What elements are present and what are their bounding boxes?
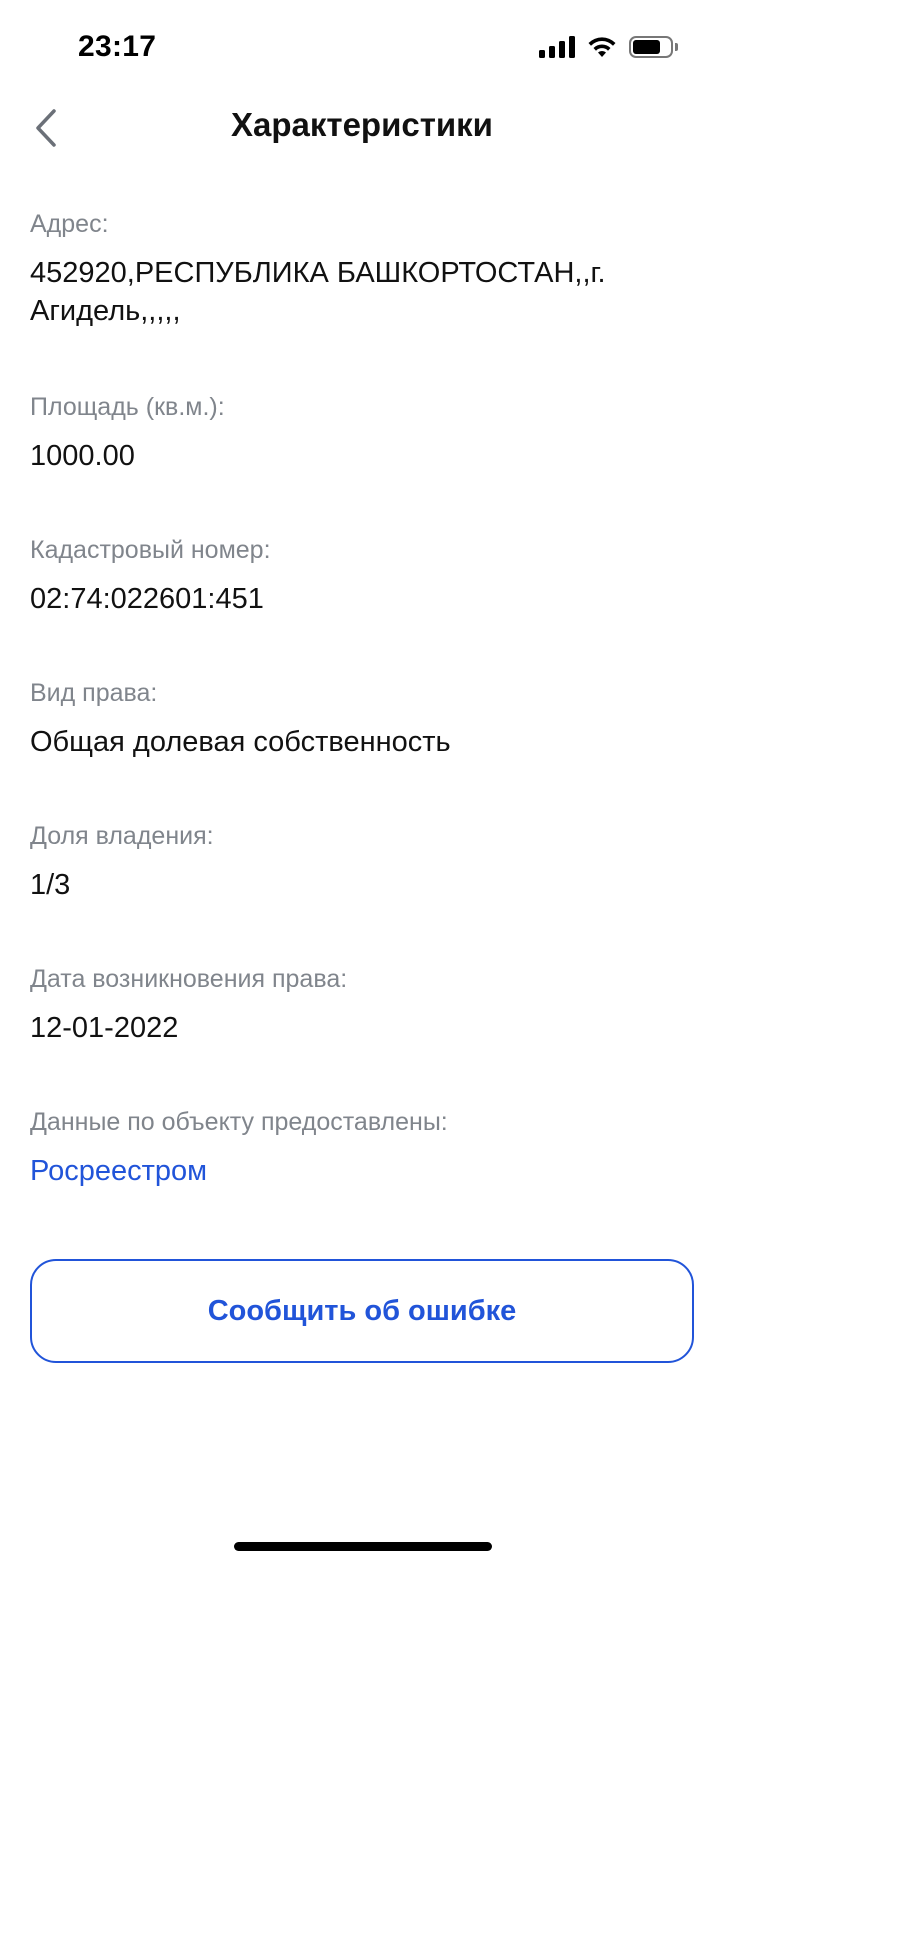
field-ownership-share: Доля владения: 1/3: [30, 820, 214, 904]
share-value: 1/3: [30, 869, 71, 901]
field-address: Адрес: 452920,РЕСПУБЛИКА БАШКОРТОСТАН,,г…: [30, 208, 694, 330]
field-area: Площадь (кв.м.): 1000.00: [30, 391, 225, 475]
report-error-button[interactable]: Сообщить об ошибке: [30, 1259, 694, 1363]
rosreestr-link[interactable]: Росреестром: [30, 1152, 448, 1190]
cellular-signal-icon: [539, 36, 575, 58]
source-label: Данные по объекту предоставлены:: [30, 1108, 448, 1136]
field-cadastral-number: Кадастровый номер: 02:74:022601:451: [30, 534, 271, 618]
field-right-date: Дата возникновения права: 12-01-2022: [30, 963, 347, 1047]
characteristics-screen: 23:17 Характеристики Адрес: 452920,РЕСПУ…: [0, 0, 724, 1568]
area-value: 1000.00: [30, 440, 135, 472]
right-date-value: 12-01-2022: [30, 1012, 179, 1044]
page-title: Характеристики: [231, 106, 493, 143]
right-date-label: Дата возникновения права:: [30, 965, 348, 993]
wifi-icon: [588, 37, 616, 57]
address-value: 452920,РЕСПУБЛИКА БАШКОРТОСТАН,,г. Агиде…: [30, 257, 606, 327]
field-data-source: Данные по объекту предоставлены: Росреес…: [30, 1106, 448, 1190]
share-label: Доля владения:: [30, 822, 214, 850]
home-indicator[interactable]: [234, 1542, 492, 1551]
cadastral-label: Кадастровый номер:: [30, 536, 271, 564]
status-time: 23:17: [78, 30, 157, 63]
cadastral-value: 02:74:022601:451: [30, 583, 264, 615]
right-type-value: Общая долевая собственность: [30, 726, 451, 758]
right-type-label: Вид права:: [30, 679, 158, 707]
battery-icon: [629, 36, 678, 58]
address-label: Адрес:: [30, 210, 109, 238]
field-right-type: Вид права: Общая долевая собственность: [30, 677, 451, 761]
status-icons: [539, 36, 678, 58]
area-label: Площадь (кв.м.):: [30, 393, 225, 421]
